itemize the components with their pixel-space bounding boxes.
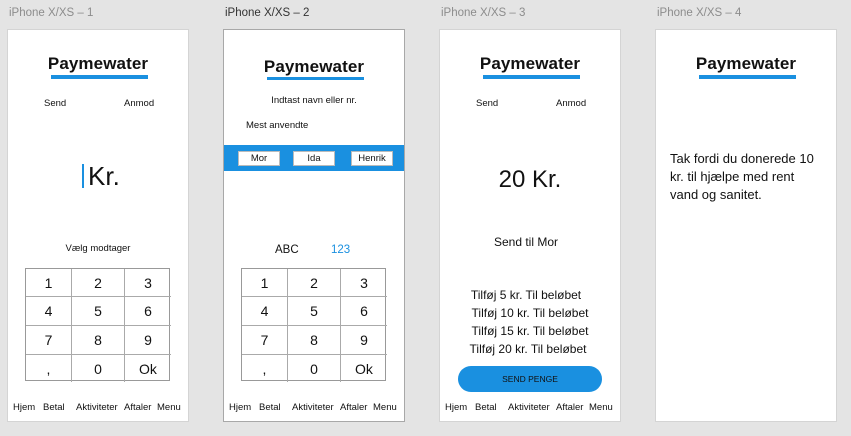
artboard-title[interactable]: iPhone X/XS – 4 [657,7,741,19]
nav-agreements[interactable]: Aftaler [556,402,583,413]
key-2[interactable]: 2 [72,269,125,297]
most-used-label: Mest anvendte [246,120,309,131]
amount-input[interactable]: Kr. [88,161,120,192]
text-cursor [82,164,84,188]
nav-menu[interactable]: Menu [373,402,397,413]
logo: Paymewater [47,54,149,73]
mode-abc[interactable]: ABC [275,244,299,256]
mode-123[interactable]: 123 [331,244,350,256]
nav-pay[interactable]: Betal [259,402,281,413]
key-6[interactable]: 6 [341,297,387,326]
key-0[interactable]: 0 [72,355,125,382]
logo: Paymewater [263,57,365,76]
key-7[interactable]: 7 [242,326,288,355]
contact-mor[interactable]: Mor [238,151,280,166]
key-5[interactable]: 5 [72,297,125,326]
logo: Paymewater [479,54,581,73]
logo-underline [51,75,148,79]
key-3[interactable]: 3 [125,269,171,297]
key-3[interactable]: 3 [341,269,387,297]
artboard-title[interactable]: iPhone X/XS – 1 [9,7,93,19]
add-20-option[interactable]: Tilføj 20 kr. Til beløbet [438,342,618,356]
nav-menu[interactable]: Menu [157,402,181,413]
nav-home[interactable]: Hjem [445,402,467,413]
nav-home[interactable]: Hjem [13,402,35,413]
key-5[interactable]: 5 [288,297,341,326]
key-4[interactable]: 4 [26,297,72,326]
tab-send[interactable]: Send [44,98,66,109]
nav-activities[interactable]: Aktiviteter [76,402,118,413]
key-7[interactable]: 7 [26,326,72,355]
nav-activities[interactable]: Aktiviteter [508,402,550,413]
add-15-option[interactable]: Tilføj 15 kr. Til beløbet [440,324,620,338]
add-5-option[interactable]: Tilføj 5 kr. Til beløbet [436,288,616,302]
artboard-1: Paymewater Send Anmod Kr. Vælg modtager … [7,29,189,422]
logo-underline [699,75,796,79]
contact-henrik[interactable]: Henrik [351,151,393,166]
logo-underline [267,77,364,80]
send-money-button[interactable]: SEND PENGE [458,366,602,392]
key-2[interactable]: 2 [288,269,341,297]
key-comma[interactable]: , [242,355,288,382]
recipient-label: Send til Mor [493,235,559,249]
key-ok[interactable]: Ok [341,355,387,382]
key-ok[interactable]: Ok [125,355,171,382]
key-0[interactable]: 0 [288,355,341,382]
nav-agreements[interactable]: Aftaler [124,402,151,413]
artboard-4: Paymewater Tak fordi du donerede 10 kr. … [655,29,837,422]
artboard-title[interactable]: iPhone X/XS – 3 [441,7,525,19]
nav-pay[interactable]: Betal [43,402,65,413]
artboard-title[interactable]: iPhone X/XS – 2 [225,7,309,19]
amount-display: 20 Kr. [498,166,562,193]
key-1[interactable]: 1 [242,269,288,297]
nav-agreements[interactable]: Aftaler [340,402,367,413]
keypad: 123 456 789 , 0 Ok [25,268,171,382]
key-8[interactable]: 8 [72,326,125,355]
tab-request[interactable]: Anmod [556,98,586,109]
key-6[interactable]: 6 [125,297,171,326]
artboard-2: Paymewater Indtast navn eller nr. Mest a… [223,29,405,422]
key-9[interactable]: 9 [341,326,387,355]
nav-home[interactable]: Hjem [229,402,251,413]
key-4[interactable]: 4 [242,297,288,326]
nav-menu[interactable]: Menu [589,402,613,413]
keypad: 123 456 789 , 0 Ok [241,268,387,382]
tab-send[interactable]: Send [476,98,498,109]
contact-ida[interactable]: Ida [293,151,335,166]
key-8[interactable]: 8 [288,326,341,355]
choose-recipient-label[interactable]: Vælg modtager [8,243,188,254]
logo: Paymewater [695,54,797,73]
key-1[interactable]: 1 [26,269,72,297]
artboard-3: Paymewater Send Anmod 20 Kr. Send til Mo… [439,29,621,422]
thank-you-message: Tak fordi du donerede 10 kr. til hjælpe … [670,151,814,202]
nav-pay[interactable]: Betal [475,402,497,413]
key-comma[interactable]: , [26,355,72,382]
search-input[interactable]: Indtast navn eller nr. [224,95,404,106]
logo-underline [483,75,580,79]
nav-activities[interactable]: Aktiviteter [292,402,334,413]
tab-request[interactable]: Anmod [124,98,154,109]
key-9[interactable]: 9 [125,326,171,355]
add-10-option[interactable]: Tilføj 10 kr. Til beløbet [440,306,620,320]
contacts-bar: Mor Ida Henrik [224,145,404,171]
